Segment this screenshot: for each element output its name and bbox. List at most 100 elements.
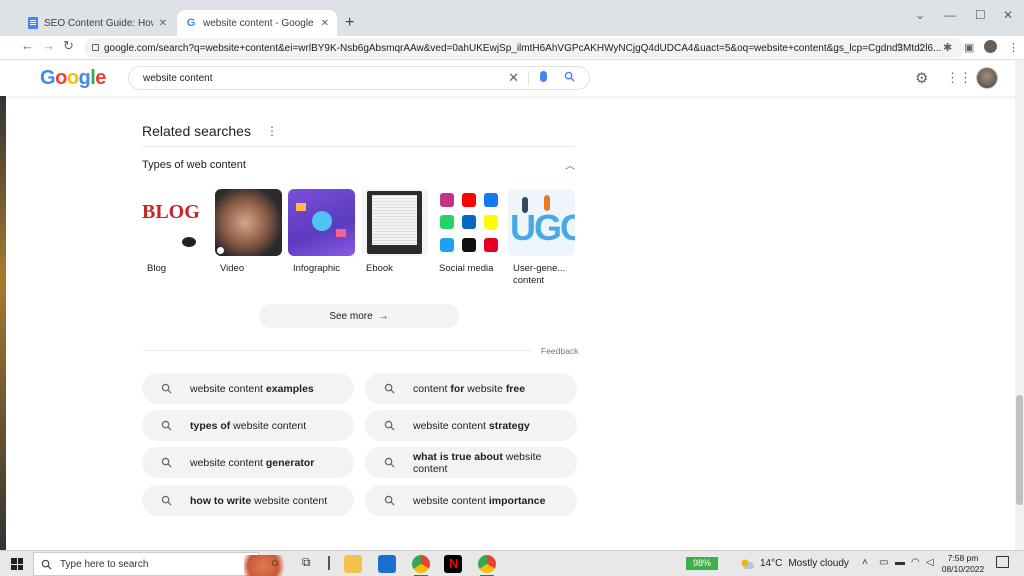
share-icon[interactable]: ⇪ <box>895 41 904 54</box>
chrome-icon[interactable] <box>412 555 430 576</box>
url-text: google.com/search?q=website+content&ei=w… <box>104 42 942 54</box>
bookmark-star-icon[interactable]: ☆ <box>916 41 926 54</box>
search-icon[interactable] <box>564 71 575 82</box>
notification-icon[interactable] <box>996 556 1009 568</box>
search-highlight-image <box>244 555 292 576</box>
extensions-icon[interactable]: ✱ <box>943 41 952 54</box>
microphone-icon[interactable] <box>540 71 547 82</box>
social-media-thumbnail <box>434 189 501 256</box>
scrollbar-thumb[interactable] <box>1016 395 1023 505</box>
card-social-media[interactable]: Social media <box>434 189 501 275</box>
more-options-icon[interactable]: ⋮ <box>266 124 278 138</box>
chip-text: website content importance <box>413 494 546 507</box>
close-icon[interactable]: ✕ <box>159 18 167 29</box>
play-icon <box>217 247 224 254</box>
tablet-icon[interactable]: ▭ <box>879 557 888 568</box>
account-avatar[interactable] <box>976 67 998 89</box>
types-of-web-content-heading[interactable]: Types of web content <box>142 159 246 171</box>
battery-indicator[interactable]: 98% <box>686 557 718 570</box>
menu-dots-icon[interactable]: ⋮ <box>1008 41 1019 54</box>
battery-icon[interactable]: ▬ <box>895 557 905 568</box>
infographic-thumbnail <box>288 189 355 256</box>
related-search-chip[interactable]: how to write website content <box>142 485 354 516</box>
minimize-button[interactable]: — <box>944 8 956 22</box>
related-search-chip[interactable]: website content importance <box>365 485 577 516</box>
search-icon <box>41 559 52 570</box>
task-view-icon[interactable]: ⧉ <box>302 555 311 570</box>
clock[interactable]: 7:58 pm 08/10/2022 <box>938 553 988 575</box>
related-search-chip[interactable]: website content examples <box>142 373 354 404</box>
chevron-up-icon[interactable]: ︿ <box>565 157 575 172</box>
search-query: website content <box>143 72 213 84</box>
window-close-button[interactable]: ✕ <box>1003 8 1013 22</box>
file-explorer-icon[interactable] <box>344 555 362 573</box>
settings-gear-icon[interactable]: ⚙ <box>915 69 928 87</box>
profile-avatar-icon[interactable] <box>984 40 997 53</box>
windows-taskbar: Type here to search ○ ⧉ N 98% 14°C Mostl… <box>0 550 1024 576</box>
reload-icon[interactable]: ↻ <box>63 38 74 54</box>
search-icon <box>161 420 172 431</box>
docs-icon <box>28 17 38 29</box>
search-input[interactable]: website content ✕ <box>128 66 590 90</box>
related-search-chip[interactable]: content for website free <box>365 373 577 404</box>
card-ebook[interactable]: Ebook <box>361 189 428 275</box>
store-icon[interactable] <box>378 555 396 573</box>
linkedin-icon <box>462 215 476 230</box>
logo-letter: g <box>78 67 91 89</box>
card-infographic[interactable]: Infographic <box>288 189 355 275</box>
chrome-icon[interactable] <box>478 555 496 576</box>
whatsapp-icon <box>440 215 454 230</box>
search-icon <box>161 457 172 468</box>
search-icon <box>161 495 172 506</box>
background-window-edge <box>0 96 6 550</box>
feedback-link[interactable]: Feedback <box>541 346 578 356</box>
close-icon[interactable]: ✕ <box>321 18 329 29</box>
taskbar-search-placeholder: Type here to search <box>60 558 149 570</box>
forward-arrow-icon[interactable]: → <box>42 38 55 53</box>
search-icon <box>384 457 395 468</box>
card-blog[interactable]: BLOG Blog <box>142 189 209 275</box>
cortana-icon[interactable]: ○ <box>271 555 279 570</box>
wifi-icon[interactable]: ◠ <box>911 557 920 568</box>
card-label: Blog <box>147 263 167 274</box>
tiktok-icon <box>462 237 476 252</box>
search-icon <box>384 495 395 506</box>
instagram-icon <box>440 193 454 207</box>
address-bar[interactable]: google.com/search?q=website+content&ei=w… <box>84 38 964 58</box>
chevron-up-icon[interactable]: ˄ <box>862 557 868 568</box>
partly-cloudy-icon <box>740 558 754 569</box>
date: 08/10/2022 <box>941 564 985 574</box>
back-arrow-icon[interactable]: ← <box>21 38 34 53</box>
divider <box>142 350 532 351</box>
netflix-icon[interactable]: N <box>444 555 462 573</box>
taskbar-search-input[interactable]: Type here to search <box>33 552 292 576</box>
tab-seo-guide[interactable]: SEO Content Guide: How to crea ✕ <box>20 10 175 36</box>
weather-widget[interactable]: 14°C Mostly cloudy <box>740 558 849 569</box>
chip-text: website content strategy <box>413 419 530 432</box>
related-search-chip[interactable]: what is true about website content <box>365 447 577 478</box>
tab-google-search[interactable]: G website content - Google Search ✕ <box>177 10 337 36</box>
google-header: Google website content ✕ ⚙ ⋮⋮⋮ <box>0 60 1015 96</box>
google-favicon-icon: G <box>186 17 196 29</box>
facebook-icon <box>484 193 498 207</box>
google-logo[interactable]: Google <box>40 67 106 90</box>
divider <box>528 71 529 85</box>
related-searches-heading: Related searches <box>142 123 251 139</box>
side-panel-icon[interactable]: ▣ <box>964 41 974 54</box>
maximize-button[interactable]: ☐ <box>975 8 986 22</box>
card-video[interactable]: Video <box>215 189 282 275</box>
tab-title: SEO Content Guide: How to crea <box>44 17 153 29</box>
new-tab-button[interactable]: + <box>345 14 354 32</box>
related-search-chip[interactable]: types of website content <box>142 410 354 441</box>
related-search-chip[interactable]: website content strategy <box>365 410 577 441</box>
card-label: Social media <box>439 263 494 274</box>
volume-icon[interactable]: ◁ <box>926 557 934 568</box>
card-user-generated-content[interactable]: UGC User-gene... content <box>508 189 575 287</box>
card-label: Ebook <box>366 263 393 274</box>
card-label: User-gene... content <box>513 263 566 286</box>
chevron-down-icon[interactable]: ⌄ <box>915 8 925 22</box>
see-more-button[interactable]: See more → <box>259 304 459 328</box>
clear-icon[interactable]: ✕ <box>508 70 519 86</box>
windows-start-icon[interactable] <box>11 558 23 570</box>
related-search-chip[interactable]: website content generator <box>142 447 354 478</box>
